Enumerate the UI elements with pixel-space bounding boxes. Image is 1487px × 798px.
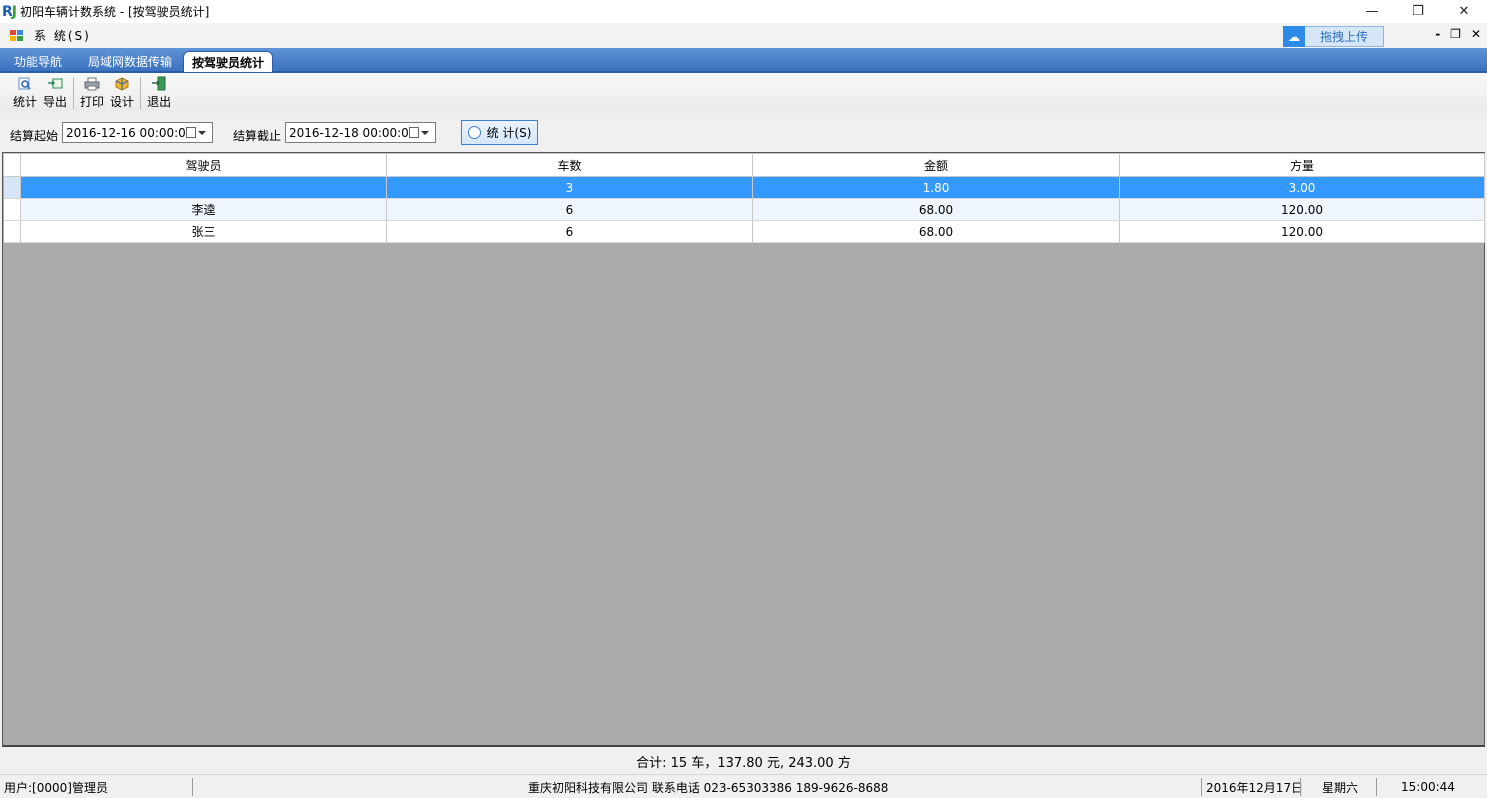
cell-count: 6 — [386, 198, 753, 221]
stat-button-label: 统 计(S) — [486, 126, 532, 140]
cell-count: 6 — [386, 220, 753, 243]
mdi-minimize-button[interactable]: - — [1435, 27, 1440, 41]
window-title: 初阳车辆计数系统 - [按驾驶员统计] — [20, 5, 210, 19]
print-tool-label: 打印 — [80, 95, 105, 109]
exit-tool-label: 退出 — [147, 95, 172, 109]
data-table: 驾驶员 车数 金额 方量 3 1.80 3.00 李逵 6 68.00 120.… — [3, 153, 1485, 243]
cell-volume: 120.00 — [1119, 220, 1485, 243]
status-divider — [1300, 778, 1301, 796]
start-date-picker[interactable]: 2016-12-16 00:00:00 — [62, 122, 213, 143]
end-date-value: 2016-12-18 00:00:00 — [289, 125, 417, 140]
start-date-value: 2016-12-16 00:00:00 — [66, 125, 194, 140]
export-tool-label: 导出 — [43, 95, 68, 109]
drag-upload-button[interactable]: ☁ 拖拽上传 — [1283, 26, 1384, 47]
title-bar: RJ 初阳车辆计数系统 - [按驾驶员统计] — ❐ ✕ — [0, 0, 1487, 23]
status-divider — [1201, 778, 1202, 796]
mdi-restore-button[interactable]: ❐ — [1450, 27, 1461, 41]
print-tool-button[interactable]: 打印 — [77, 73, 107, 113]
design-tool-label: 设计 — [110, 95, 135, 109]
row-header[interactable] — [3, 176, 21, 199]
menu-system[interactable]: 系 统(S) — [34, 27, 91, 44]
column-header-volume[interactable]: 方量 — [1119, 153, 1485, 177]
start-date-label: 结算起始 — [10, 129, 59, 143]
print-icon — [84, 76, 100, 91]
cloud-icon: ☁ — [1283, 26, 1305, 47]
cell-driver: 张三 — [20, 220, 387, 243]
app-logo: RJ — [2, 3, 17, 20]
status-date: 2016年12月17日 — [1206, 780, 1304, 795]
cell-driver — [20, 176, 387, 199]
tab-driver-stats[interactable]: 按驾驶员统计 — [183, 51, 274, 72]
export-tool-button[interactable]: 导出 — [40, 73, 70, 113]
status-divider — [1376, 778, 1377, 796]
end-date-label: 结算截止 — [233, 129, 282, 143]
window-controls: — ❐ ✕ — [1349, 0, 1487, 23]
cell-volume: 120.00 — [1119, 198, 1485, 221]
mdi-controls: - ❐ ✕ — [1435, 27, 1481, 41]
table-row[interactable]: 李逵 6 68.00 120.00 — [3, 198, 1485, 221]
filter-bar: 结算起始 2016-12-16 00:00:00 结算截止 2016-12-18… — [0, 113, 1487, 152]
stat-tool-button[interactable]: 统计 — [10, 73, 40, 113]
exit-tool-button[interactable]: 退出 — [144, 73, 174, 113]
minimize-button[interactable]: — — [1349, 0, 1395, 23]
table-row[interactable]: 张三 6 68.00 120.00 — [3, 220, 1485, 243]
restore-button[interactable]: ❐ — [1395, 0, 1441, 23]
tab-lan-transfer[interactable]: 局域网数据传输 — [80, 52, 180, 71]
document-tabs: 功能导航 局域网数据传输 按驾驶员统计 — [0, 48, 1487, 73]
close-button[interactable]: ✕ — [1441, 0, 1487, 23]
status-company: 重庆初阳科技有限公司 联系电话 023-65303386 189-9626-86… — [528, 780, 889, 795]
tab-function-nav[interactable]: 功能导航 — [6, 52, 70, 71]
export-icon — [47, 76, 63, 91]
drag-upload-label: 拖拽上传 — [1319, 30, 1368, 44]
status-weekday: 星期六 — [1322, 780, 1359, 795]
cell-amount: 1.80 — [752, 176, 1120, 199]
toolbar: 统计 导出 打印 设计 退出 — [0, 73, 1487, 113]
magnify-icon — [17, 76, 33, 91]
table-row[interactable]: 3 1.80 3.00 — [3, 176, 1485, 199]
end-date-picker[interactable]: 2016-12-18 00:00:00 — [285, 122, 436, 143]
cell-volume: 3.00 — [1119, 176, 1485, 199]
stat-tool-label: 统计 — [13, 95, 38, 109]
table-header-row: 驾驶员 车数 金额 方量 — [3, 153, 1485, 177]
status-user: 用户:[0000]管理员 — [4, 780, 108, 795]
driver-stats-grid: 驾驶员 车数 金额 方量 3 1.80 3.00 李逵 6 68.00 120.… — [2, 152, 1485, 747]
column-header-count[interactable]: 车数 — [386, 153, 753, 177]
status-divider — [192, 778, 193, 796]
cell-amount: 68.00 — [752, 198, 1120, 221]
cell-amount: 68.00 — [752, 220, 1120, 243]
row-header-corner — [3, 153, 21, 177]
system-menu-icon[interactable] — [10, 29, 24, 42]
design-tool-button[interactable]: 设计 — [107, 73, 137, 113]
exit-icon — [151, 76, 167, 91]
column-header-driver[interactable]: 驾驶员 — [20, 153, 387, 177]
status-bar: 用户:[0000]管理员 重庆初阳科技有限公司 联系电话 023-6530338… — [0, 774, 1487, 798]
calendar-dropdown-icon[interactable] — [186, 126, 208, 139]
menu-bar: 系 统(S) ☁ 拖拽上传 - ❐ ✕ — [0, 23, 1487, 48]
column-header-amount[interactable]: 金额 — [752, 153, 1120, 177]
cell-driver: 李逵 — [20, 198, 387, 221]
cell-count: 3 — [386, 176, 753, 199]
status-time: 15:00:44 — [1401, 780, 1455, 794]
search-icon — [467, 126, 481, 139]
row-header[interactable] — [3, 198, 21, 221]
mdi-close-button[interactable]: ✕ — [1471, 27, 1481, 41]
toolbar-separator — [140, 77, 142, 109]
summary-total: 合计: 15 车，137.80 元, 243.00 方 — [0, 749, 1487, 774]
row-header[interactable] — [3, 220, 21, 243]
calendar-dropdown-icon[interactable] — [409, 126, 431, 139]
stat-button[interactable]: 统 计(S) — [461, 120, 538, 145]
toolbar-separator — [73, 77, 75, 109]
design-icon — [114, 76, 130, 91]
